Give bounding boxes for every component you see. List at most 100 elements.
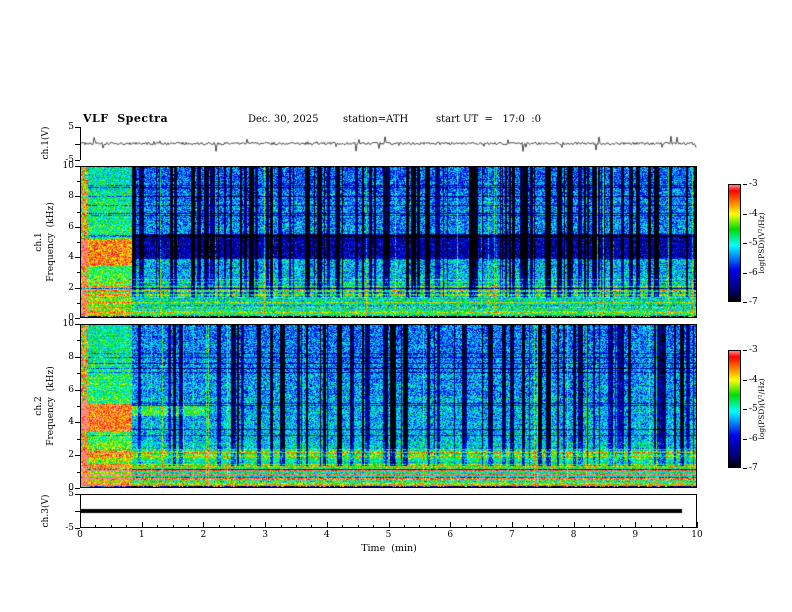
- x-tick-label: 1: [138, 530, 145, 540]
- x-tick-label: 6: [447, 530, 454, 540]
- x-minor-tick-mark: [342, 525, 344, 528]
- freq-minor-tick-mark: [77, 471, 80, 473]
- station-label: station=ATH: [343, 114, 409, 125]
- x-tick-mark: [573, 522, 575, 528]
- x-minor-tick-mark: [604, 525, 606, 528]
- x-tick-label: 10: [691, 530, 703, 540]
- x-minor-tick-mark: [589, 525, 591, 528]
- freq-tick-label: 10: [62, 319, 74, 329]
- time-axis-label: Time (min): [361, 543, 417, 554]
- volt-tick-label: 5: [68, 122, 74, 132]
- x-tick-mark: [635, 522, 637, 528]
- x-tick-label: 4: [323, 530, 330, 540]
- ch3-voltage-axis-label: ch.3(V): [41, 494, 51, 528]
- x-minor-tick-mark: [419, 525, 421, 528]
- volt-tick-mark: [75, 160, 80, 161]
- colorbar-tick-mark: [743, 302, 747, 303]
- x-tick-label: 7: [509, 530, 515, 540]
- freq-tick-label: 8: [68, 351, 74, 362]
- x-minor-tick-mark: [681, 525, 683, 528]
- volt-tick-mark: [75, 143, 80, 145]
- freq-minor-tick-mark: [77, 340, 80, 342]
- x-tick-label: 9: [632, 530, 639, 540]
- ch2-spectrogram-canvas: [81, 325, 696, 487]
- x-minor-tick-mark: [295, 525, 297, 528]
- colorbar-tick-label: -5: [749, 238, 758, 248]
- freq-tick-mark: [75, 389, 80, 391]
- freq-tick-mark: [75, 356, 80, 358]
- x-tick-mark: [141, 522, 143, 528]
- colorbar-1: [728, 184, 741, 302]
- x-tick-mark: [697, 522, 698, 528]
- freq-minor-tick-mark: [77, 272, 80, 274]
- x-minor-tick-mark: [403, 525, 405, 528]
- x-minor-tick-mark: [527, 525, 529, 528]
- freq-tick-label: 4: [68, 417, 74, 428]
- x-tick-mark: [388, 522, 390, 528]
- colorbar-tick-mark: [743, 213, 747, 215]
- freq-minor-tick-mark: [77, 373, 80, 375]
- colorbar-tick-mark: [743, 409, 747, 410]
- x-minor-tick-mark: [95, 525, 97, 528]
- x-tick-mark: [203, 522, 205, 528]
- x-tick-mark: [511, 522, 513, 528]
- colorbar-tick-label: -4: [749, 208, 758, 219]
- colorbar-tick-mark: [743, 379, 747, 381]
- x-minor-tick-mark: [619, 525, 621, 528]
- x-tick-label: 5: [385, 530, 392, 540]
- x-minor-tick-mark: [280, 525, 282, 528]
- vlf-spectra-plot: VLF Spectra Dec. 30, 2025 station=ATH st…: [0, 0, 792, 612]
- colorbar-tick-label: -5: [749, 404, 758, 414]
- colorbar-tick-mark: [743, 184, 747, 185]
- ch1-spectrogram-canvas: [81, 167, 696, 317]
- x-minor-tick-mark: [234, 525, 236, 528]
- freq-tick-label: 6: [68, 384, 74, 395]
- colorbar-tick-mark: [743, 438, 747, 440]
- ch2-frequency-axis-label: Frequency (kHz): [46, 366, 56, 446]
- freq-minor-tick-mark: [77, 406, 80, 407]
- x-tick-label: 2: [200, 530, 207, 540]
- freq-minor-tick-mark: [77, 181, 80, 183]
- freq-minor-tick-mark: [77, 438, 80, 440]
- colorbar-tick-label: -7: [749, 297, 758, 307]
- ch2-spectrogram-panel: [80, 324, 697, 488]
- freq-minor-tick-mark: [77, 242, 80, 243]
- freq-minor-tick-mark: [77, 302, 80, 304]
- ch1-channel-axis-label: ch.1: [34, 232, 44, 252]
- x-tick-label: 3: [262, 530, 268, 540]
- x-minor-tick-mark: [434, 525, 436, 528]
- ch1-waveform-canvas: [81, 127, 697, 160]
- x-minor-tick-mark: [481, 525, 483, 528]
- colorbar-tick-mark: [743, 243, 747, 244]
- freq-tick-label: 4: [68, 252, 74, 263]
- colorbar-tick-label: -6: [749, 433, 758, 444]
- ch1-waveform-panel: [80, 127, 698, 160]
- x-minor-tick-mark: [218, 525, 220, 528]
- colorbar-tick-label: -3: [749, 345, 758, 355]
- freq-tick-label: 8: [68, 191, 74, 202]
- x-minor-tick-mark: [496, 525, 498, 528]
- x-minor-tick-mark: [357, 525, 359, 528]
- freq-tick-mark: [75, 318, 80, 319]
- x-minor-tick-mark: [172, 525, 174, 528]
- x-minor-tick-mark: [311, 525, 313, 528]
- x-minor-tick-mark: [650, 525, 652, 528]
- x-tick-mark: [265, 522, 267, 528]
- colorbar-2: [728, 350, 741, 468]
- freq-tick-mark: [75, 257, 80, 259]
- volt-tick-label: -5: [65, 523, 74, 533]
- x-minor-tick-mark: [465, 525, 467, 528]
- freq-tick-mark: [75, 226, 80, 228]
- x-tick-mark: [80, 522, 81, 528]
- colorbar-tick-mark: [743, 350, 747, 351]
- x-tick-label: 8: [570, 530, 577, 540]
- freq-tick-label: 2: [68, 282, 74, 293]
- freq-tick-mark: [75, 422, 80, 424]
- colorbar-tick-label: -7: [749, 463, 758, 473]
- freq-tick-mark: [75, 324, 80, 325]
- plot-title: VLF Spectra: [83, 112, 169, 125]
- ch1-frequency-axis-label: Frequency (kHz): [46, 202, 56, 282]
- freq-tick-label: 2: [68, 450, 74, 461]
- volt-tick-label: 5: [68, 489, 74, 499]
- freq-minor-tick-mark: [77, 211, 80, 213]
